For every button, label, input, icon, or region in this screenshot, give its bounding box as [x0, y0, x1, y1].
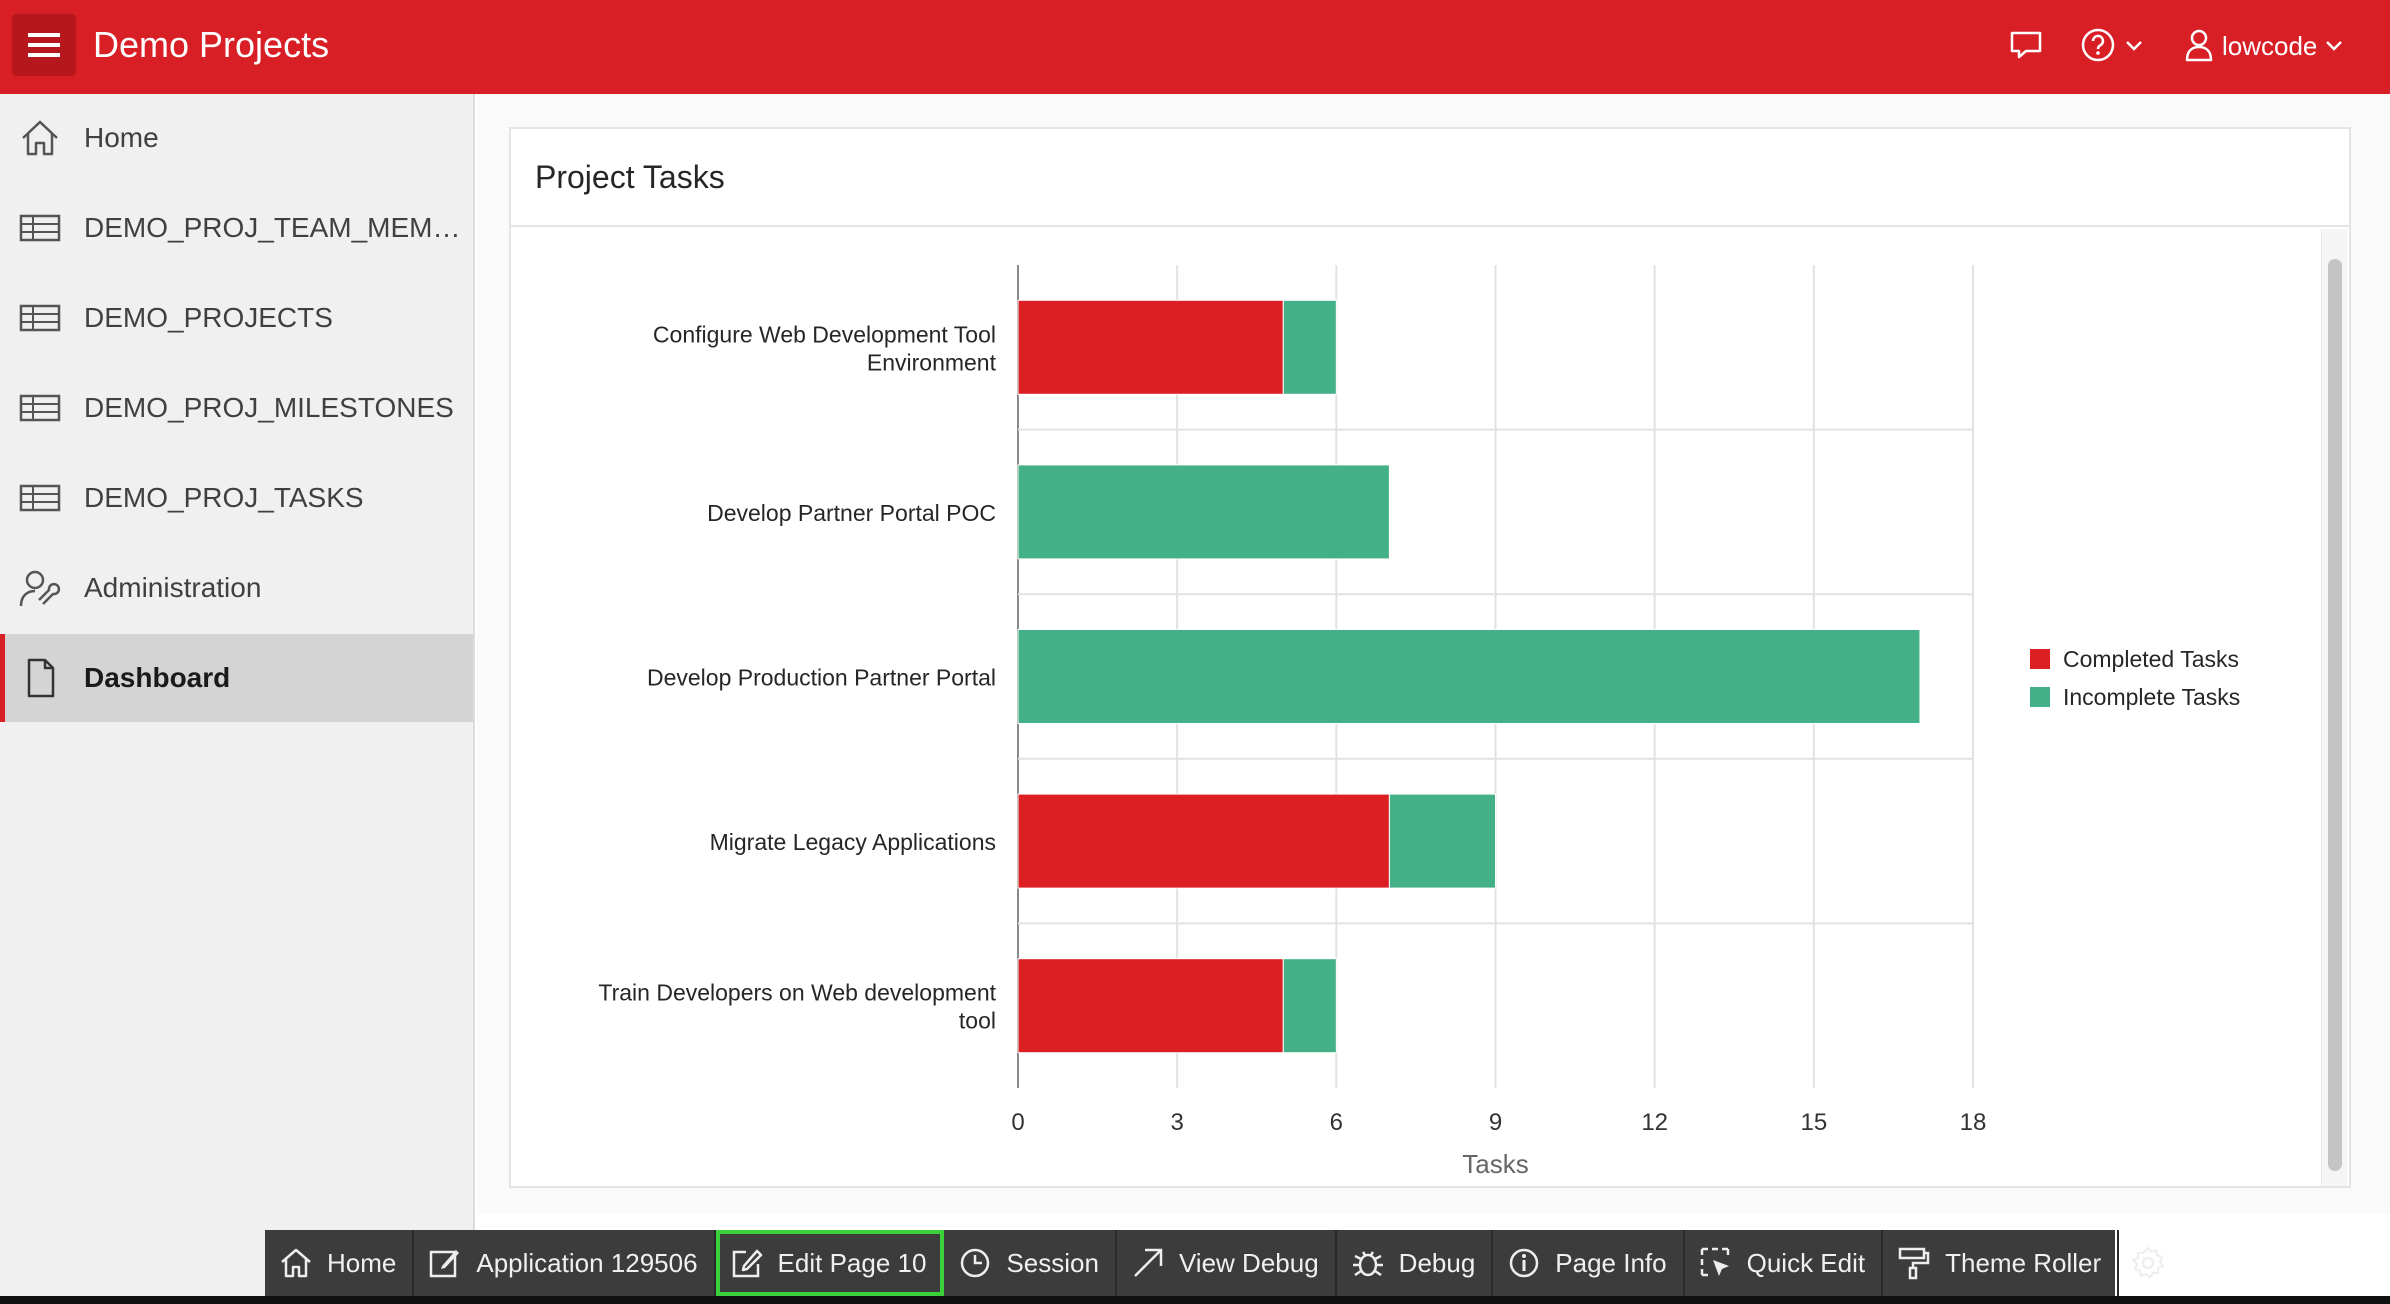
dev-application-label: Application 129506 — [476, 1247, 698, 1278]
dev-debug-button[interactable]: Debug — [1337, 1230, 1494, 1296]
category-label: Develop Production Partner Portal — [647, 665, 996, 691]
edit-icon — [430, 1250, 460, 1278]
project-tasks-chart: 0 3 6 9 12 15 18 Configure Web Development Tool… — [598, 265, 2240, 1179]
bar — [1282, 958, 1337, 1054]
dev-page-info-button[interactable]: Page Info — [1493, 1230, 1685, 1296]
x-axis-title: Tasks — [1462, 1149, 1528, 1179]
legend-swatch — [2030, 649, 2050, 669]
bar — [1017, 629, 1921, 724]
dev-quick-edit-button[interactable]: Quick Edit — [1685, 1230, 1884, 1296]
clock-icon — [961, 1248, 990, 1278]
select-cursor-icon — [1700, 1247, 1729, 1277]
bug-icon — [1352, 1251, 1383, 1277]
gear-icon — [2132, 1246, 2165, 1279]
bar — [1388, 793, 1497, 889]
external-link-icon — [1134, 1248, 1163, 1277]
dev-home-label: Home — [327, 1247, 397, 1278]
home-icon — [281, 1248, 311, 1278]
dev-application-button[interactable]: Application 129506 — [414, 1230, 716, 1296]
dev-session-label: Session — [1006, 1247, 1099, 1278]
bar — [1017, 958, 1284, 1054]
bar — [1017, 793, 1390, 889]
dev-view-debug-label: View Debug — [1178, 1247, 1319, 1278]
dev-session-button[interactable]: Session — [944, 1230, 1117, 1296]
x-tick-label: 9 — [1489, 1109, 1502, 1136]
dev-theme-roller-button[interactable]: Theme Roller — [1883, 1230, 2120, 1296]
info-icon — [1510, 1248, 1539, 1278]
category-label: Environment — [867, 349, 997, 375]
x-tick-label: 3 — [1170, 1109, 1183, 1136]
category-label: Train Developers on Web development — [598, 980, 996, 1006]
legend-swatch — [2030, 687, 2050, 707]
dev-debug-label: Debug — [1398, 1247, 1476, 1278]
x-tick-label: 6 — [1330, 1109, 1343, 1136]
dev-theme-roller-label: Theme Roller — [1945, 1247, 2102, 1278]
window-bottom-edge — [0, 1296, 2390, 1304]
x-tick-label: 15 — [1800, 1109, 1827, 1136]
category-label: Develop Partner Portal POC — [707, 500, 996, 526]
dev-view-debug-button[interactable]: View Debug — [1117, 1230, 1337, 1296]
developer-toolbar: Home Application 129506 Edit Page 10 Ses… — [265, 1230, 2165, 1296]
x-tick-label: 0 — [1011, 1109, 1024, 1136]
bar — [1017, 299, 1284, 395]
dev-settings-button[interactable] — [2119, 1230, 2175, 1296]
dev-edit-page-label: Edit Page 10 — [777, 1247, 927, 1278]
dev-quick-edit-label: Quick Edit — [1746, 1247, 1866, 1278]
category-label: Configure Web Development Tool — [653, 321, 996, 347]
category-label: Migrate Legacy Applications — [710, 829, 996, 855]
pencil-square-icon — [732, 1249, 762, 1278]
x-tick-label: 18 — [1960, 1109, 1987, 1136]
legend-label: Completed Tasks — [2063, 646, 2239, 672]
bar — [1017, 464, 1390, 560]
legend-label: Incomplete Tasks — [2063, 684, 2240, 710]
category-label: tool — [959, 1008, 996, 1034]
x-tick-label: 12 — [1641, 1109, 1668, 1136]
dev-home-button[interactable]: Home — [265, 1230, 415, 1296]
bar — [1282, 299, 1337, 395]
paint-roller-icon — [1898, 1247, 1930, 1280]
dev-edit-page-button[interactable]: Edit Page 10 — [715, 1230, 945, 1296]
dev-page-info-label: Page Info — [1555, 1247, 1667, 1278]
